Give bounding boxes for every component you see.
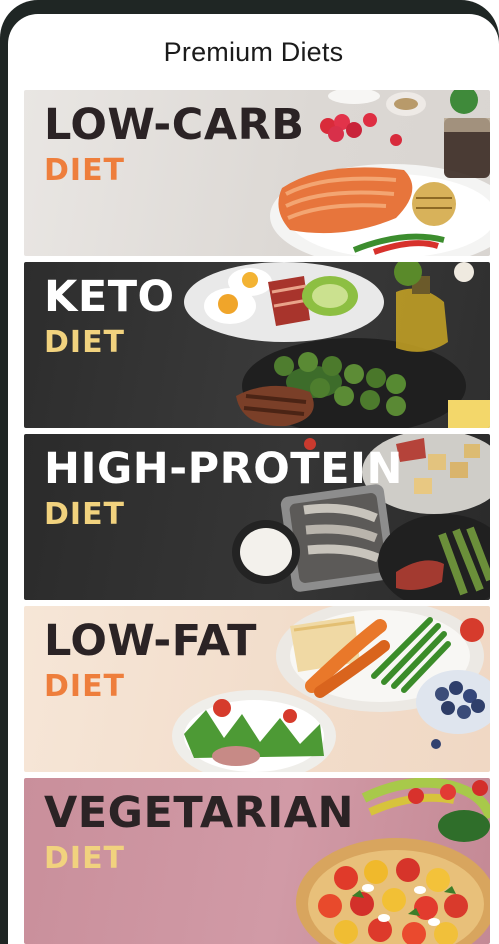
diet-card-vegetarian[interactable]: VEGETARIAN DIET	[24, 778, 490, 944]
diet-title: LOW-FAT	[44, 616, 257, 666]
diet-subtitle: DIET	[44, 153, 126, 188]
header: Premium Diets	[8, 14, 499, 86]
diet-title: LOW-CARB	[44, 100, 305, 150]
page-title: Premium Diets	[163, 36, 344, 67]
diet-card-low-carb[interactable]: LOW-CARB DIET	[24, 90, 490, 256]
app-screen: Premium Diets LOW-CARB DIET KETO DIET HI…	[8, 14, 499, 944]
diet-card-keto[interactable]: KETO DIET	[24, 262, 490, 428]
diet-title: KETO	[44, 272, 175, 322]
diet-subtitle: DIET	[44, 669, 126, 704]
diet-title: HIGH-PROTEIN	[44, 444, 403, 494]
diet-title: VEGETARIAN	[44, 788, 354, 838]
diet-card-high-protein[interactable]: HIGH-PROTEIN DIET	[24, 434, 490, 600]
diet-subtitle: DIET	[44, 325, 126, 360]
diet-subtitle: DIET	[44, 841, 126, 876]
diet-card-low-fat[interactable]: LOW-FAT DIET	[24, 606, 490, 772]
diet-subtitle: DIET	[44, 497, 126, 532]
